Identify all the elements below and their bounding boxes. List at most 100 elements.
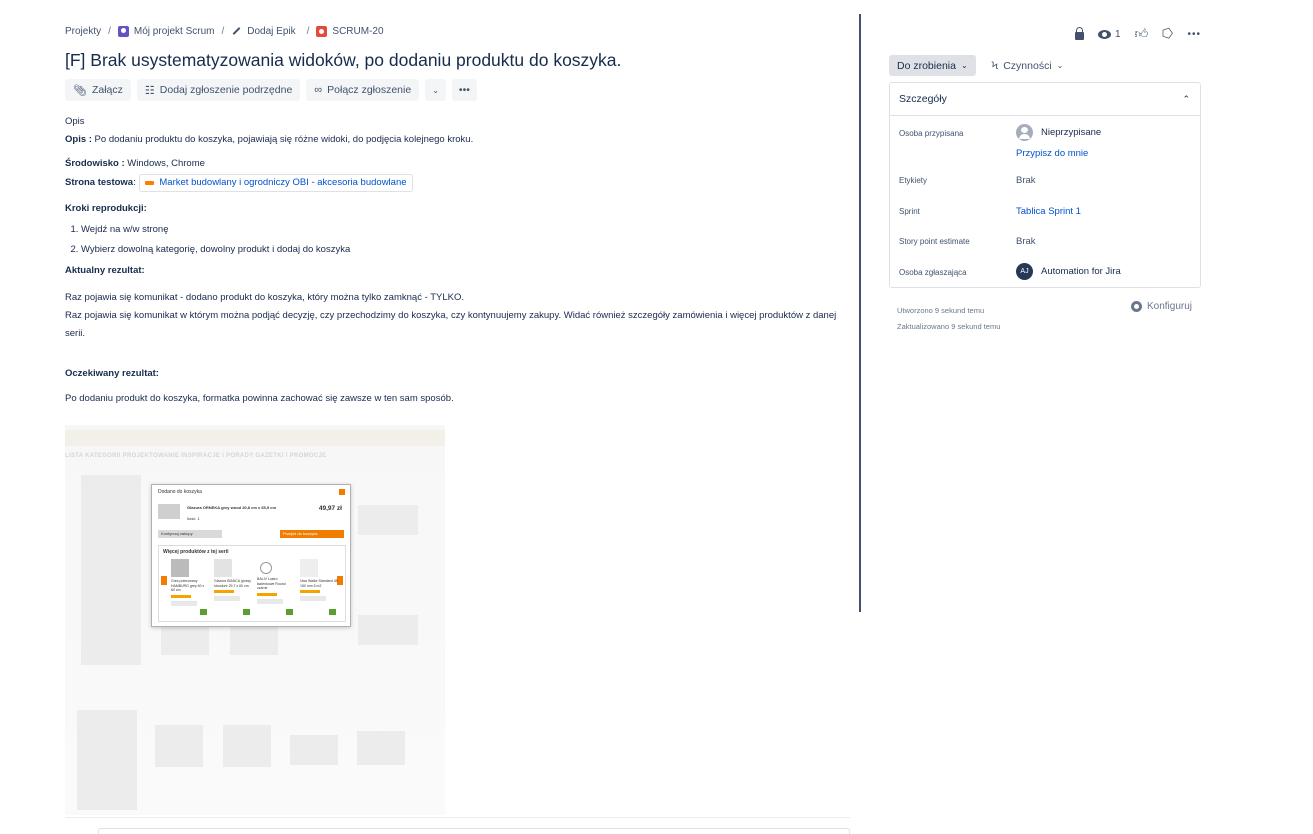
add-child-label: Dodaj zgłoszenie podrzędne xyxy=(159,84,293,96)
gear-icon xyxy=(1130,301,1142,312)
related-item-image xyxy=(171,559,189,577)
expected-result-text: Po dodaniu produkt do koszyka, formatka … xyxy=(65,393,454,404)
site-label: Strona testowa xyxy=(65,177,134,188)
list-item: Wybierz dowolną kategorię, dowolny produ… xyxy=(81,240,845,260)
labels-value[interactable]: Brak xyxy=(1016,175,1036,186)
reporter-value: Automation for Jira xyxy=(1041,266,1121,277)
comment-input[interactable] xyxy=(98,828,850,834)
sprint-label: Sprint xyxy=(899,207,920,216)
screenshot-block xyxy=(358,505,418,535)
breadcrumb-separator: / xyxy=(221,26,225,37)
share-icon[interactable]: ⭔ xyxy=(1162,26,1173,42)
steps-list: Wejdź na w/w stronę Wybierz dowolną kate… xyxy=(65,220,845,260)
status-dropdown[interactable]: Do zrobienia ⌄ xyxy=(889,55,976,76)
screenshot-header xyxy=(65,430,445,446)
obi-favicon-icon xyxy=(145,181,155,185)
arrow-left-icon xyxy=(161,576,167,585)
labels-label: Etykiety xyxy=(899,176,928,185)
related-item-name: BALIV Lustro łazienkowe Round czarne xyxy=(257,577,286,590)
cart-icon xyxy=(286,609,293,615)
attachment-screenshot[interactable]: LISTA KATEGORII PROJEKTOWANIE INSPIRACJE… xyxy=(65,425,445,815)
link-issue-label: Połącz zgłoszenie xyxy=(327,84,412,96)
issue-description[interactable]: Opis Opis : Po dodaniu produktu do koszy… xyxy=(65,114,845,406)
story-points-value[interactable]: Brak xyxy=(1016,236,1036,247)
expected-result-heading: Oczekiwany rezultat: xyxy=(65,367,845,381)
screenshot-block xyxy=(290,735,338,765)
breadcrumb-issue-key[interactable]: SCRUM-20 xyxy=(332,26,383,37)
description-test-site: Strona testowa: Market budowlany i ogrod… xyxy=(65,174,845,192)
details-header[interactable]: Szczegóły ⌃ xyxy=(890,83,1200,116)
cart-icon xyxy=(243,609,250,615)
product-image xyxy=(158,504,180,519)
issue-timestamps: Utworzono 9 sekund temu Zaktualizowano 9… xyxy=(897,303,1000,335)
configure-label: Konfiguruj xyxy=(1146,301,1192,312)
actual-result-heading: Aktualny rezultat: xyxy=(65,264,845,278)
breadcrumb-project[interactable]: Mój projekt Scrum xyxy=(134,26,215,37)
env-label: Środowisko : xyxy=(65,158,125,169)
added-to-cart-modal: Dodano do koszyka Glazura ORNEKA grey wo… xyxy=(151,484,351,627)
test-site-link[interactable]: Market budowlany i ogrodniczy OBI - akce… xyxy=(139,174,413,192)
chevron-up-icon: ⌃ xyxy=(1182,93,1190,104)
chevron-down-icon: ⌄ xyxy=(432,85,439,95)
env-text: Windows, Chrome xyxy=(124,158,205,169)
watch-button[interactable]: 1 xyxy=(1098,29,1121,40)
created-timestamp: Utworzono 9 sekund temu xyxy=(897,306,985,315)
add-child-issue-button[interactable]: ☷ Dodaj zgłoszenie podrzędne xyxy=(136,79,301,101)
attach-button[interactable]: 📎︎ Załącz xyxy=(65,79,131,101)
more-icon: ••• xyxy=(458,84,470,96)
avatar xyxy=(1016,124,1033,141)
cart-icon xyxy=(200,609,207,615)
screenshot-block xyxy=(358,615,418,645)
pencil-icon xyxy=(231,26,242,37)
related-item-image xyxy=(214,559,232,577)
description-opis: Opis : Po dodaniu produktu do koszyka, p… xyxy=(65,133,845,147)
related-item: Gres polerowany HAMBURG grey 60 x 60 cm xyxy=(171,559,209,617)
breadcrumb-add-epic[interactable]: Dodaj Epik xyxy=(247,26,295,37)
cart-icon xyxy=(329,609,336,615)
watch-count: 1 xyxy=(1115,28,1121,40)
screenshot-block xyxy=(161,625,209,655)
screenshot-block xyxy=(81,475,141,665)
more-icon[interactable]: ••• xyxy=(1187,29,1201,40)
assignee-field[interactable]: Nieprzypisane xyxy=(1016,124,1101,141)
breadcrumb-separator: / xyxy=(306,26,310,37)
screenshot-block xyxy=(230,625,278,655)
lightning-icon: Ϟ xyxy=(991,59,999,72)
assignee-value: Nieprzypisane xyxy=(1041,127,1102,138)
link-icon: ∞ xyxy=(314,84,323,96)
assign-to-me-link[interactable]: Przypisz do mnie xyxy=(1016,148,1088,159)
updated-timestamp: Zaktualizowano 9 sekund temu xyxy=(897,322,1001,331)
status-label: Do zrobienia xyxy=(897,59,956,72)
configure-button[interactable]: Konfiguruj xyxy=(1130,301,1192,312)
bug-icon xyxy=(316,26,328,37)
related-products: Więcej produktów z tej serii Gres polero… xyxy=(158,545,346,622)
related-item-image xyxy=(300,559,318,577)
reporter-label: Osoba zgłaszająca xyxy=(899,268,967,277)
go-to-cart-button: Przejdź do koszyka xyxy=(280,530,344,538)
related-item-price xyxy=(300,596,326,601)
more-actions-button[interactable]: ••• xyxy=(451,79,477,101)
sprint-value[interactable]: Tablica Sprint 1 xyxy=(1016,206,1081,217)
divider xyxy=(65,817,850,818)
steps-heading-text: Kroki reprodukcji: xyxy=(65,203,147,214)
reporter-field[interactable]: AJ Automation for Jira xyxy=(1016,263,1121,280)
breadcrumb: Projekty / Mój projekt Scrum / Dodaj Epi… xyxy=(65,26,384,37)
chevron-down-icon: ⌄ xyxy=(1056,61,1064,70)
hierarchy-icon: ☷ xyxy=(144,84,155,97)
close-icon xyxy=(339,489,345,495)
lock-icon[interactable] xyxy=(1075,27,1085,40)
breadcrumb-projects[interactable]: Projekty xyxy=(65,26,101,37)
details-panel: Szczegóły ⌃ Osoba przypisana Nieprzypisa… xyxy=(889,82,1201,288)
issue-actions-bar: 1 👍︎ ⭔ ••• xyxy=(1075,26,1201,42)
issue-title[interactable]: [F] Brak usystematyzowania widoków, po d… xyxy=(65,50,621,71)
related-item-name: Uwa Walke Standard 45 150 mm 5 m2 xyxy=(300,579,338,588)
actions-dropdown[interactable]: Ϟ Czynności ⌄ xyxy=(984,55,1072,76)
panel-divider[interactable] xyxy=(859,14,861,612)
breadcrumb-separator: / xyxy=(108,26,111,37)
screenshot-nav: LISTA KATEGORII PROJEKTOWANIE INSPIRACJE… xyxy=(65,453,327,459)
link-issue-button[interactable]: ∞ Połącz zgłoszenie xyxy=(306,79,420,101)
link-issue-dropdown-button[interactable]: ⌄ xyxy=(425,79,446,101)
description-heading: Opis xyxy=(65,116,85,127)
thumbs-up-icon[interactable]: 👍︎ xyxy=(1135,26,1149,42)
related-item: BALIV Lustro łazienkowe Round czarne xyxy=(257,559,295,617)
